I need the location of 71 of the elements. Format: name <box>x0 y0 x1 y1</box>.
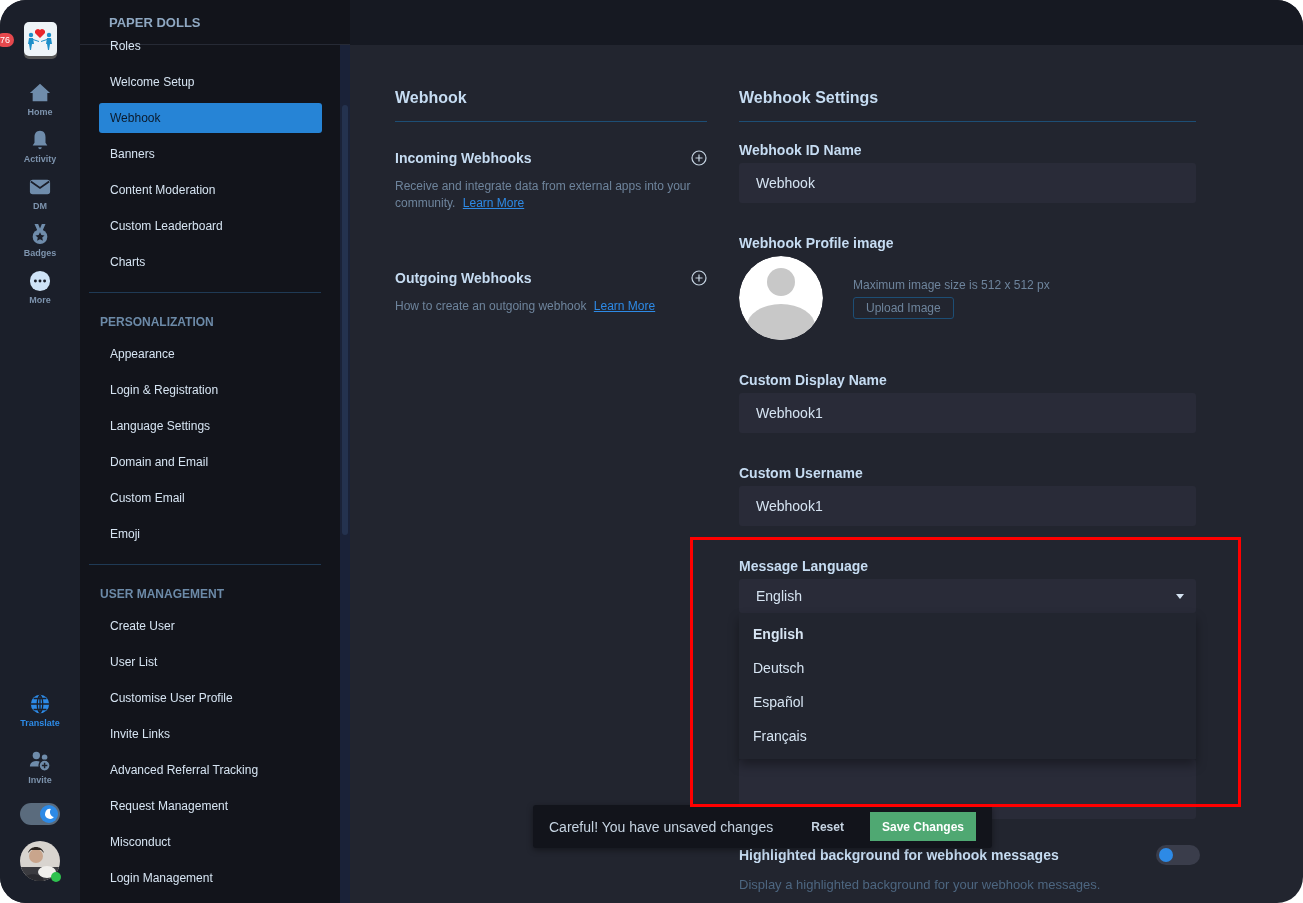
dropdown-option[interactable]: Español <box>739 685 1196 719</box>
section-heading: USER MANAGEMENT <box>99 586 225 603</box>
panel-title: Webhook Settings <box>739 89 1196 122</box>
sidebar-item[interactable]: Custom Leaderboard <box>99 211 322 241</box>
section-description: How to create an outgoing webhook Learn More <box>395 298 657 315</box>
learn-more-link[interactable]: Learn More <box>593 299 656 313</box>
upload-image-button[interactable]: Upload Image <box>853 296 954 319</box>
sidebar-item[interactable]: Create User <box>99 611 322 641</box>
dropdown-option[interactable]: Deutsch <box>739 651 1196 685</box>
rail-button[interactable]: More <box>29 270 51 305</box>
input-field[interactable]: Webhook1 <box>739 393 1196 433</box>
panel-title: Webhook <box>395 89 707 122</box>
rail-button[interactable]: Translate <box>20 693 60 728</box>
rail-button[interactable]: Home <box>27 82 53 117</box>
more-icon <box>29 270 51 292</box>
sidebar-item[interactable]: Appearance <box>99 339 322 369</box>
sidebar-item[interactable]: Request Management <box>99 791 322 821</box>
sidebar-item[interactable]: Webhook <box>99 103 322 133</box>
learn-more-link[interactable]: Learn More <box>462 196 525 210</box>
sidebar-item[interactable]: Customise User Profile <box>99 683 322 713</box>
sidebar-item[interactable]: User List <box>99 647 322 677</box>
home-icon <box>29 82 51 104</box>
language-select[interactable]: English <box>739 579 1196 613</box>
section-heading: PERSONALIZATION <box>99 314 215 331</box>
add-icon[interactable] <box>691 150 707 166</box>
rail-button[interactable]: Invite <box>28 750 52 785</box>
theme-toggle[interactable] <box>20 803 60 825</box>
logo-drawing <box>26 26 54 52</box>
section-title: Outgoing Webhooks <box>395 270 532 286</box>
field-label: Custom Username <box>739 465 864 481</box>
sidebar-item[interactable]: Misconduct <box>99 827 322 857</box>
toggle-switch[interactable] <box>1156 845 1200 865</box>
sidebar-item[interactable]: Charts <box>99 247 322 277</box>
field-label: Message Language <box>739 558 870 574</box>
sidebar-item[interactable]: Welcome Setup <box>99 67 322 97</box>
setting-label: Highlighted background for webhook messages <box>739 847 1059 863</box>
dropdown-option[interactable]: Français <box>739 719 1196 753</box>
sidebar-item[interactable]: Domain and Email <box>99 447 322 477</box>
input-field[interactable]: Webhook <box>739 163 1196 203</box>
sidebar-item[interactable]: Advanced Referral Tracking <box>99 755 322 785</box>
add-icon[interactable] <box>691 270 707 286</box>
rail-button[interactable]: Badges <box>23 223 57 258</box>
sidebar-item[interactable]: Login & Registration <box>99 375 322 405</box>
scrollbar[interactable] <box>340 45 350 903</box>
section-description: Receive and integrate data from external apps into your community. Learn More <box>395 178 692 212</box>
avatar-placeholder-icon <box>739 256 823 340</box>
sidebar-item[interactable]: Custom Email <box>99 483 322 513</box>
field-label: Webhook Profile image <box>739 235 895 251</box>
field-label: Webhook ID Name <box>739 142 863 158</box>
reset-button[interactable]: Reset <box>805 818 850 835</box>
sidebar-item[interactable]: Emoji <box>99 519 322 549</box>
notification-badge: 76 <box>0 33 14 47</box>
rail-button[interactable]: Activity <box>23 129 57 164</box>
caret-icon <box>1176 593 1184 599</box>
sidebar-item[interactable]: Banners <box>99 139 322 169</box>
logo[interactable] <box>23 22 57 56</box>
moon-icon <box>42 807 56 821</box>
sidebar-item[interactable]: Content Moderation <box>99 175 322 205</box>
dropdown-option[interactable]: English <box>739 617 1196 651</box>
rail-button[interactable]: DM <box>29 176 51 211</box>
field-label: Custom Display Name <box>739 372 888 388</box>
sidebar-item[interactable]: Login Management <box>99 863 322 893</box>
section-title: Incoming Webhooks <box>395 150 532 166</box>
toast-message: Careful! You have unsaved changes <box>549 818 775 835</box>
input-field[interactable]: Webhook1 <box>739 486 1196 526</box>
sidebar-item[interactable]: Invite Links <box>99 719 322 749</box>
sidebar-item[interactable]: Language Settings <box>99 411 322 441</box>
globe-icon <box>29 693 51 715</box>
image-size-hint: Maximum image size is 512 x 512 px <box>853 277 1050 292</box>
add-user-icon <box>29 750 51 772</box>
setting-description: Display a highlighted background for your webhook messages. <box>739 877 1102 892</box>
